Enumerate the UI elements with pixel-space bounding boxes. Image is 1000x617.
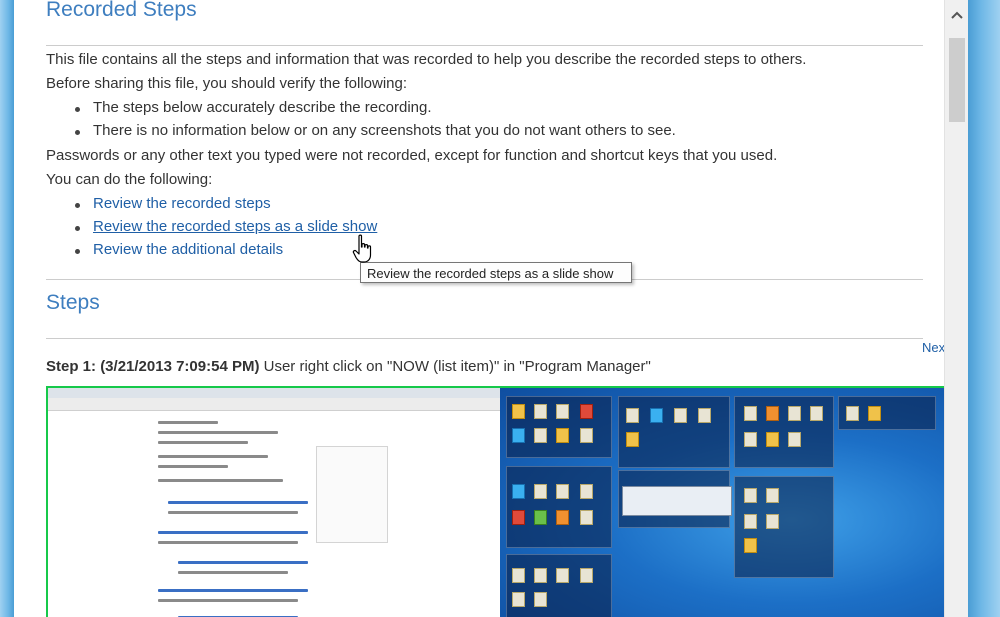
desktop-icon (788, 432, 801, 447)
desktop-icon (534, 510, 547, 525)
desktop-icon (556, 568, 569, 583)
desktop-icon (512, 592, 525, 607)
desktop-icon (766, 488, 779, 503)
verify-item: There is no information below or on any … (75, 122, 676, 139)
desktop-icon (744, 538, 757, 553)
desktop-icon (534, 404, 547, 419)
desktop-icon (674, 408, 687, 423)
step-1-label: Step 1: (46, 358, 97, 375)
screenshot-text-line (158, 441, 248, 444)
desktop-fence (506, 466, 612, 548)
desktop-icon (512, 484, 525, 499)
desktop-icon (512, 404, 525, 419)
desktop-icon (534, 592, 547, 607)
desktop-icon (580, 510, 593, 525)
screenshot-link-line (178, 561, 308, 564)
passwords-note: Passwords or any other text you typed we… (46, 147, 778, 164)
desktop-icon (556, 404, 569, 419)
screenshot-text-line (158, 599, 298, 602)
vertical-scrollbar[interactable] (944, 0, 969, 617)
step-1-caption: Step 1: (3/21/2013 7:09:54 PM) User righ… (46, 358, 651, 375)
desktop-icon (534, 568, 547, 583)
desktop-icon (744, 514, 757, 529)
desktop-icon (744, 488, 757, 503)
desktop-icon (580, 428, 593, 443)
steps-divider (46, 338, 923, 339)
screenshot-text-line (158, 421, 218, 424)
desktop-icon (580, 484, 593, 499)
review-slide-show-link[interactable]: Review the recorded steps as a slide sho… (93, 218, 377, 235)
desktop-icon (626, 408, 639, 423)
intro-text: This file contains all the steps and inf… (46, 51, 807, 68)
desktop-icon (766, 432, 779, 447)
desktop-icon (556, 484, 569, 499)
desktop-icon (788, 406, 801, 421)
desktop-icon (626, 432, 639, 447)
window-frame-left (0, 0, 14, 617)
screenshot-link-line (158, 589, 308, 592)
next-link[interactable]: Next (922, 340, 944, 355)
desktop-icon (650, 408, 663, 423)
desktop-icon (534, 428, 547, 443)
desktop-icon (580, 568, 593, 583)
link-item: Review the recorded steps as a slide sho… (74, 218, 377, 235)
step-1-screenshot[interactable] (46, 386, 944, 617)
review-steps-link[interactable]: Review the recorded steps (93, 195, 271, 212)
hand-pointer-icon (352, 234, 372, 263)
desktop-icon (556, 510, 569, 525)
desktop-icon (744, 406, 757, 421)
screenshot-text-line (168, 511, 298, 514)
desktop-icon (766, 514, 779, 529)
recorded-steps-heading: Recorded Steps (46, 0, 197, 21)
desktop-icon (810, 406, 823, 421)
screenshot-side-panel (316, 446, 388, 543)
desktop-icon (512, 428, 525, 443)
screenshot-web-page (48, 411, 500, 617)
recorded-steps-document: Recorded Steps This file contains all th… (14, 0, 944, 617)
screenshot-text-line (158, 479, 283, 482)
can-do-text: You can do the following: (46, 171, 213, 188)
step-1-description: User right click on "NOW (list item)" in… (263, 358, 651, 375)
slide-show-tooltip: Review the recorded steps as a slide sho… (360, 262, 632, 283)
desktop-icon (766, 406, 779, 421)
steps-heading: Steps (46, 291, 100, 314)
scroll-up-button[interactable] (945, 2, 969, 32)
screenshot-text-line (158, 455, 268, 458)
desktop-icon (846, 406, 859, 421)
desktop-icon (512, 510, 525, 525)
screenshot-text-line (158, 431, 278, 434)
desktop-icon (698, 408, 711, 423)
desktop-icon (744, 432, 757, 447)
screenshot-text-line (158, 465, 228, 468)
step-1-timestamp: (3/21/2013 7:09:54 PM) (100, 358, 260, 375)
heading-divider (46, 45, 923, 46)
screenshot-link-line (158, 531, 308, 534)
screenshot-browser-tabs (48, 388, 500, 398)
desktop-fence (506, 554, 612, 617)
review-additional-details-link[interactable]: Review the additional details (93, 241, 283, 258)
desktop-icon (868, 406, 881, 421)
scrollbar-thumb[interactable] (949, 38, 965, 122)
screenshot-link-line (168, 501, 308, 504)
desktop-dialog (622, 486, 732, 516)
screenshot-text-line (178, 571, 288, 574)
screenshot-browser-window (48, 388, 500, 617)
screenshot-address-bar (48, 398, 500, 411)
desktop-icon (580, 404, 593, 419)
screenshot-text-line (158, 541, 298, 544)
desktop-icon (512, 568, 525, 583)
desktop-icon (534, 484, 547, 499)
verify-item: The steps below accurately describe the … (75, 99, 432, 116)
link-item: Review the additional details (74, 241, 283, 258)
desktop-icon (556, 428, 569, 443)
screenshot-desktop (500, 388, 944, 617)
window-frame-right (968, 0, 1000, 617)
link-item: Review the recorded steps (75, 195, 271, 212)
before-sharing-text: Before sharing this file, you should ver… (46, 75, 408, 92)
chevron-up-icon (951, 11, 963, 19)
